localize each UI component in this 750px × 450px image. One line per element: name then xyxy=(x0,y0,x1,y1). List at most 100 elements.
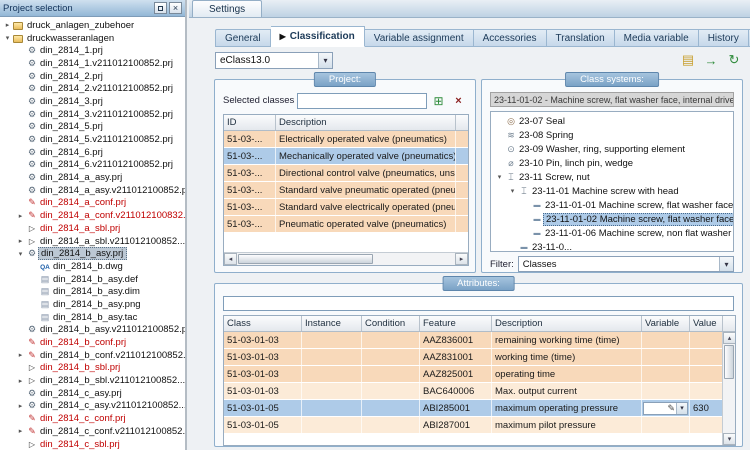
attribute-row[interactable]: 51-03-01-03AAZ825001operating time xyxy=(224,366,735,383)
tree-item[interactable]: din_2814_b_conf.prj xyxy=(0,336,185,349)
transfer-icon[interactable]: → xyxy=(703,52,719,68)
expand-icon[interactable]: ▸ xyxy=(15,402,26,410)
tree-item[interactable]: din_2814_a_asy.prj xyxy=(0,171,185,184)
class-tree-item[interactable]: 23-11-01-06 Machine screw, non flat wash… xyxy=(492,226,733,240)
tab-general[interactable]: General xyxy=(215,29,271,47)
tree-item[interactable]: din_2814_b_asy.v211012100852.prj xyxy=(0,324,185,337)
scroll-up-button[interactable]: ▴ xyxy=(723,332,736,344)
tab-variable-assignment[interactable]: Variable assignment xyxy=(365,29,474,47)
scroll-right-button[interactable]: ▸ xyxy=(455,253,468,265)
class-row[interactable]: 51-03-...Electrically operated valve (pn… xyxy=(224,131,468,148)
tree-item[interactable]: ▸din_2814_b_sbl.v211012100852... xyxy=(0,374,185,387)
class-tree-item[interactable]: 23-11-0... xyxy=(492,240,733,252)
add-class-button[interactable]: ⊞ xyxy=(430,93,447,109)
tree-item[interactable]: din_2814_b_asy.png xyxy=(0,298,185,311)
tab-classification[interactable]: ▶Classification xyxy=(271,26,365,47)
expand-icon[interactable]: ▸ xyxy=(15,237,26,245)
variable-editor[interactable]: ✎▾ xyxy=(643,402,688,415)
tree-item[interactable]: ▾din_2814_b_asy.prj xyxy=(0,247,185,260)
tree-item[interactable]: din_2814_6.prj xyxy=(0,146,185,159)
tree-item[interactable]: din_2814_c_conf.prj xyxy=(0,412,185,425)
tree-item[interactable]: din_2814_b_asy.tac xyxy=(0,311,185,324)
class-tree-item[interactable]: 23-11-01-01 Machine screw, flat washer f… xyxy=(492,198,733,212)
column-header-value[interactable]: Value xyxy=(690,316,723,331)
class-row[interactable]: 51-03-...Mechanically operated valve (pn… xyxy=(224,148,468,165)
column-header-description[interactable]: Description xyxy=(492,316,642,331)
column-header-class[interactable]: Class xyxy=(224,316,302,331)
tab-translation[interactable]: Translation xyxy=(547,29,615,47)
tree-item[interactable]: din_2814_c_sbl.prj xyxy=(0,438,185,450)
class-tree-item[interactable]: 23-10 Pin, linch pin, wedge xyxy=(492,156,733,170)
column-header-variable[interactable]: Variable xyxy=(642,316,690,331)
tree-item[interactable]: ▸din_2814_b_conf.v211012100852... xyxy=(0,349,185,362)
column-header-condition[interactable]: Condition xyxy=(362,316,420,331)
attribute-row[interactable]: 51-03-01-03AAZ836001remaining working ti… xyxy=(224,332,735,349)
scroll-down-button[interactable]: ▾ xyxy=(723,433,736,445)
tab-accessories[interactable]: Accessories xyxy=(474,29,547,47)
column-header-id[interactable]: ID xyxy=(224,115,276,130)
expand-icon[interactable]: ▸ xyxy=(2,21,13,29)
class-row[interactable]: 51-03-...Standard valve pneumatic operat… xyxy=(224,182,468,199)
class-tree-item[interactable]: ▾23-11 Screw, nut xyxy=(492,170,733,184)
tree-item[interactable]: din_2814_5.v211012100852.prj xyxy=(0,133,185,146)
edit-icon[interactable]: ✎ xyxy=(667,403,675,414)
tree-item[interactable]: din_2814_a_sbl.prj xyxy=(0,222,185,235)
tree-item[interactable]: din_2814_1.v211012100852.prj xyxy=(0,57,185,70)
tree-item[interactable]: ▸din_2814_a_conf.v211012100832... xyxy=(0,209,185,222)
tree-item[interactable]: din_2814_2.v211012100852.prj xyxy=(0,82,185,95)
expand-icon[interactable]: ▸ xyxy=(15,427,26,435)
class-system-select[interactable]: eClass13.0 ▾ xyxy=(215,52,333,69)
tree-item[interactable]: din_2814_1.prj xyxy=(0,44,185,57)
class-row[interactable]: 51-03-...Standard valve electrically ope… xyxy=(224,199,468,216)
package-icon[interactable]: ▤ xyxy=(680,52,696,68)
expand-icon[interactable]: ▸ xyxy=(15,212,26,220)
tree-item[interactable]: ▸din_2814_c_asy.v211012100852... xyxy=(0,400,185,413)
tab-media-variable[interactable]: Media variable xyxy=(615,29,699,47)
class-row[interactable]: 51-03-...Directional control valve (pneu… xyxy=(224,165,468,182)
class-tree-item[interactable]: 23-11-01-02 Machine screw, flat washer f… xyxy=(492,212,733,226)
scroll-left-button[interactable]: ◂ xyxy=(224,253,237,265)
close-button[interactable]: × xyxy=(169,2,182,14)
chevron-down-icon[interactable]: ▾ xyxy=(676,403,687,414)
tree-item[interactable]: din_2814_b.dwg xyxy=(0,260,185,273)
tree-item[interactable]: ▾druckwasseranlagen xyxy=(0,32,185,45)
tree-item[interactable]: din_2814_c_asy.prj xyxy=(0,387,185,400)
tree-item[interactable]: ▸din_2814_c_conf.v211012100852... xyxy=(0,425,185,438)
attributes-filter-input[interactable] xyxy=(223,296,734,311)
column-header-description[interactable]: Description xyxy=(276,115,456,130)
tree-item[interactable]: ▸druck_anlagen_zubehoer xyxy=(0,19,185,32)
column-header-instance[interactable]: Instance xyxy=(302,316,362,331)
attribute-row[interactable]: 51-03-01-03AAZ831001working time (time) xyxy=(224,349,735,366)
class-tree-item[interactable]: 23-09 Washer, ring, supporting element xyxy=(492,142,733,156)
selected-classes-input[interactable] xyxy=(297,93,427,109)
collapse-icon[interactable]: ▾ xyxy=(15,250,26,258)
class-tree-item[interactable]: ▾23-11-01 Machine screw with head xyxy=(492,184,733,198)
tree-item[interactable]: din_2814_a_conf.prj xyxy=(0,197,185,210)
hscroll-track[interactable] xyxy=(237,253,455,265)
sync-icon[interactable]: ↻ xyxy=(726,52,742,68)
class-tree-item[interactable]: 23-08 Spring xyxy=(492,128,733,142)
tree-item[interactable]: din_2814_b_asy.dim xyxy=(0,285,185,298)
dock-button[interactable] xyxy=(154,2,167,14)
expand-icon[interactable]: ▸ xyxy=(15,351,26,359)
tree-item[interactable]: din_2814_6.v211012100852.prj xyxy=(0,159,185,172)
class-row[interactable]: 51-03-...Pneumatic operated valve (pneum… xyxy=(224,216,468,233)
collapse-icon[interactable]: ▾ xyxy=(507,187,518,195)
tree-item[interactable]: din_2814_3.prj xyxy=(0,95,185,108)
tab-settings-window[interactable]: Settings xyxy=(192,0,262,17)
tree-item[interactable]: din_2814_b_asy.def xyxy=(0,273,185,286)
tree-item[interactable]: din_2814_a_asy.v211012100852.prj xyxy=(0,184,185,197)
tree-item[interactable]: din_2814_b_sbl.prj xyxy=(0,362,185,375)
filter-select[interactable]: Classes ▾ xyxy=(518,256,734,272)
attributes-table-vscrollbar[interactable]: ▴ ▾ xyxy=(722,332,735,445)
vscroll-track[interactable] xyxy=(723,344,735,433)
tree-item[interactable]: din_2814_2.prj xyxy=(0,70,185,83)
collapse-icon[interactable]: ▾ xyxy=(2,34,13,42)
tree-item[interactable]: din_2814_3.v211012100852.prj xyxy=(0,108,185,121)
expand-icon[interactable]: ▸ xyxy=(15,377,26,385)
project-table-hscrollbar[interactable]: ◂ ▸ xyxy=(224,252,468,265)
attribute-row[interactable]: 51-03-01-05ABI285001maximum operating pr… xyxy=(224,400,735,417)
collapse-icon[interactable]: ▾ xyxy=(494,173,505,181)
attribute-row[interactable]: 51-03-01-05ABI287001maximum pilot pressu… xyxy=(224,417,735,434)
class-tree-item[interactable]: 23-07 Seal xyxy=(492,114,733,128)
